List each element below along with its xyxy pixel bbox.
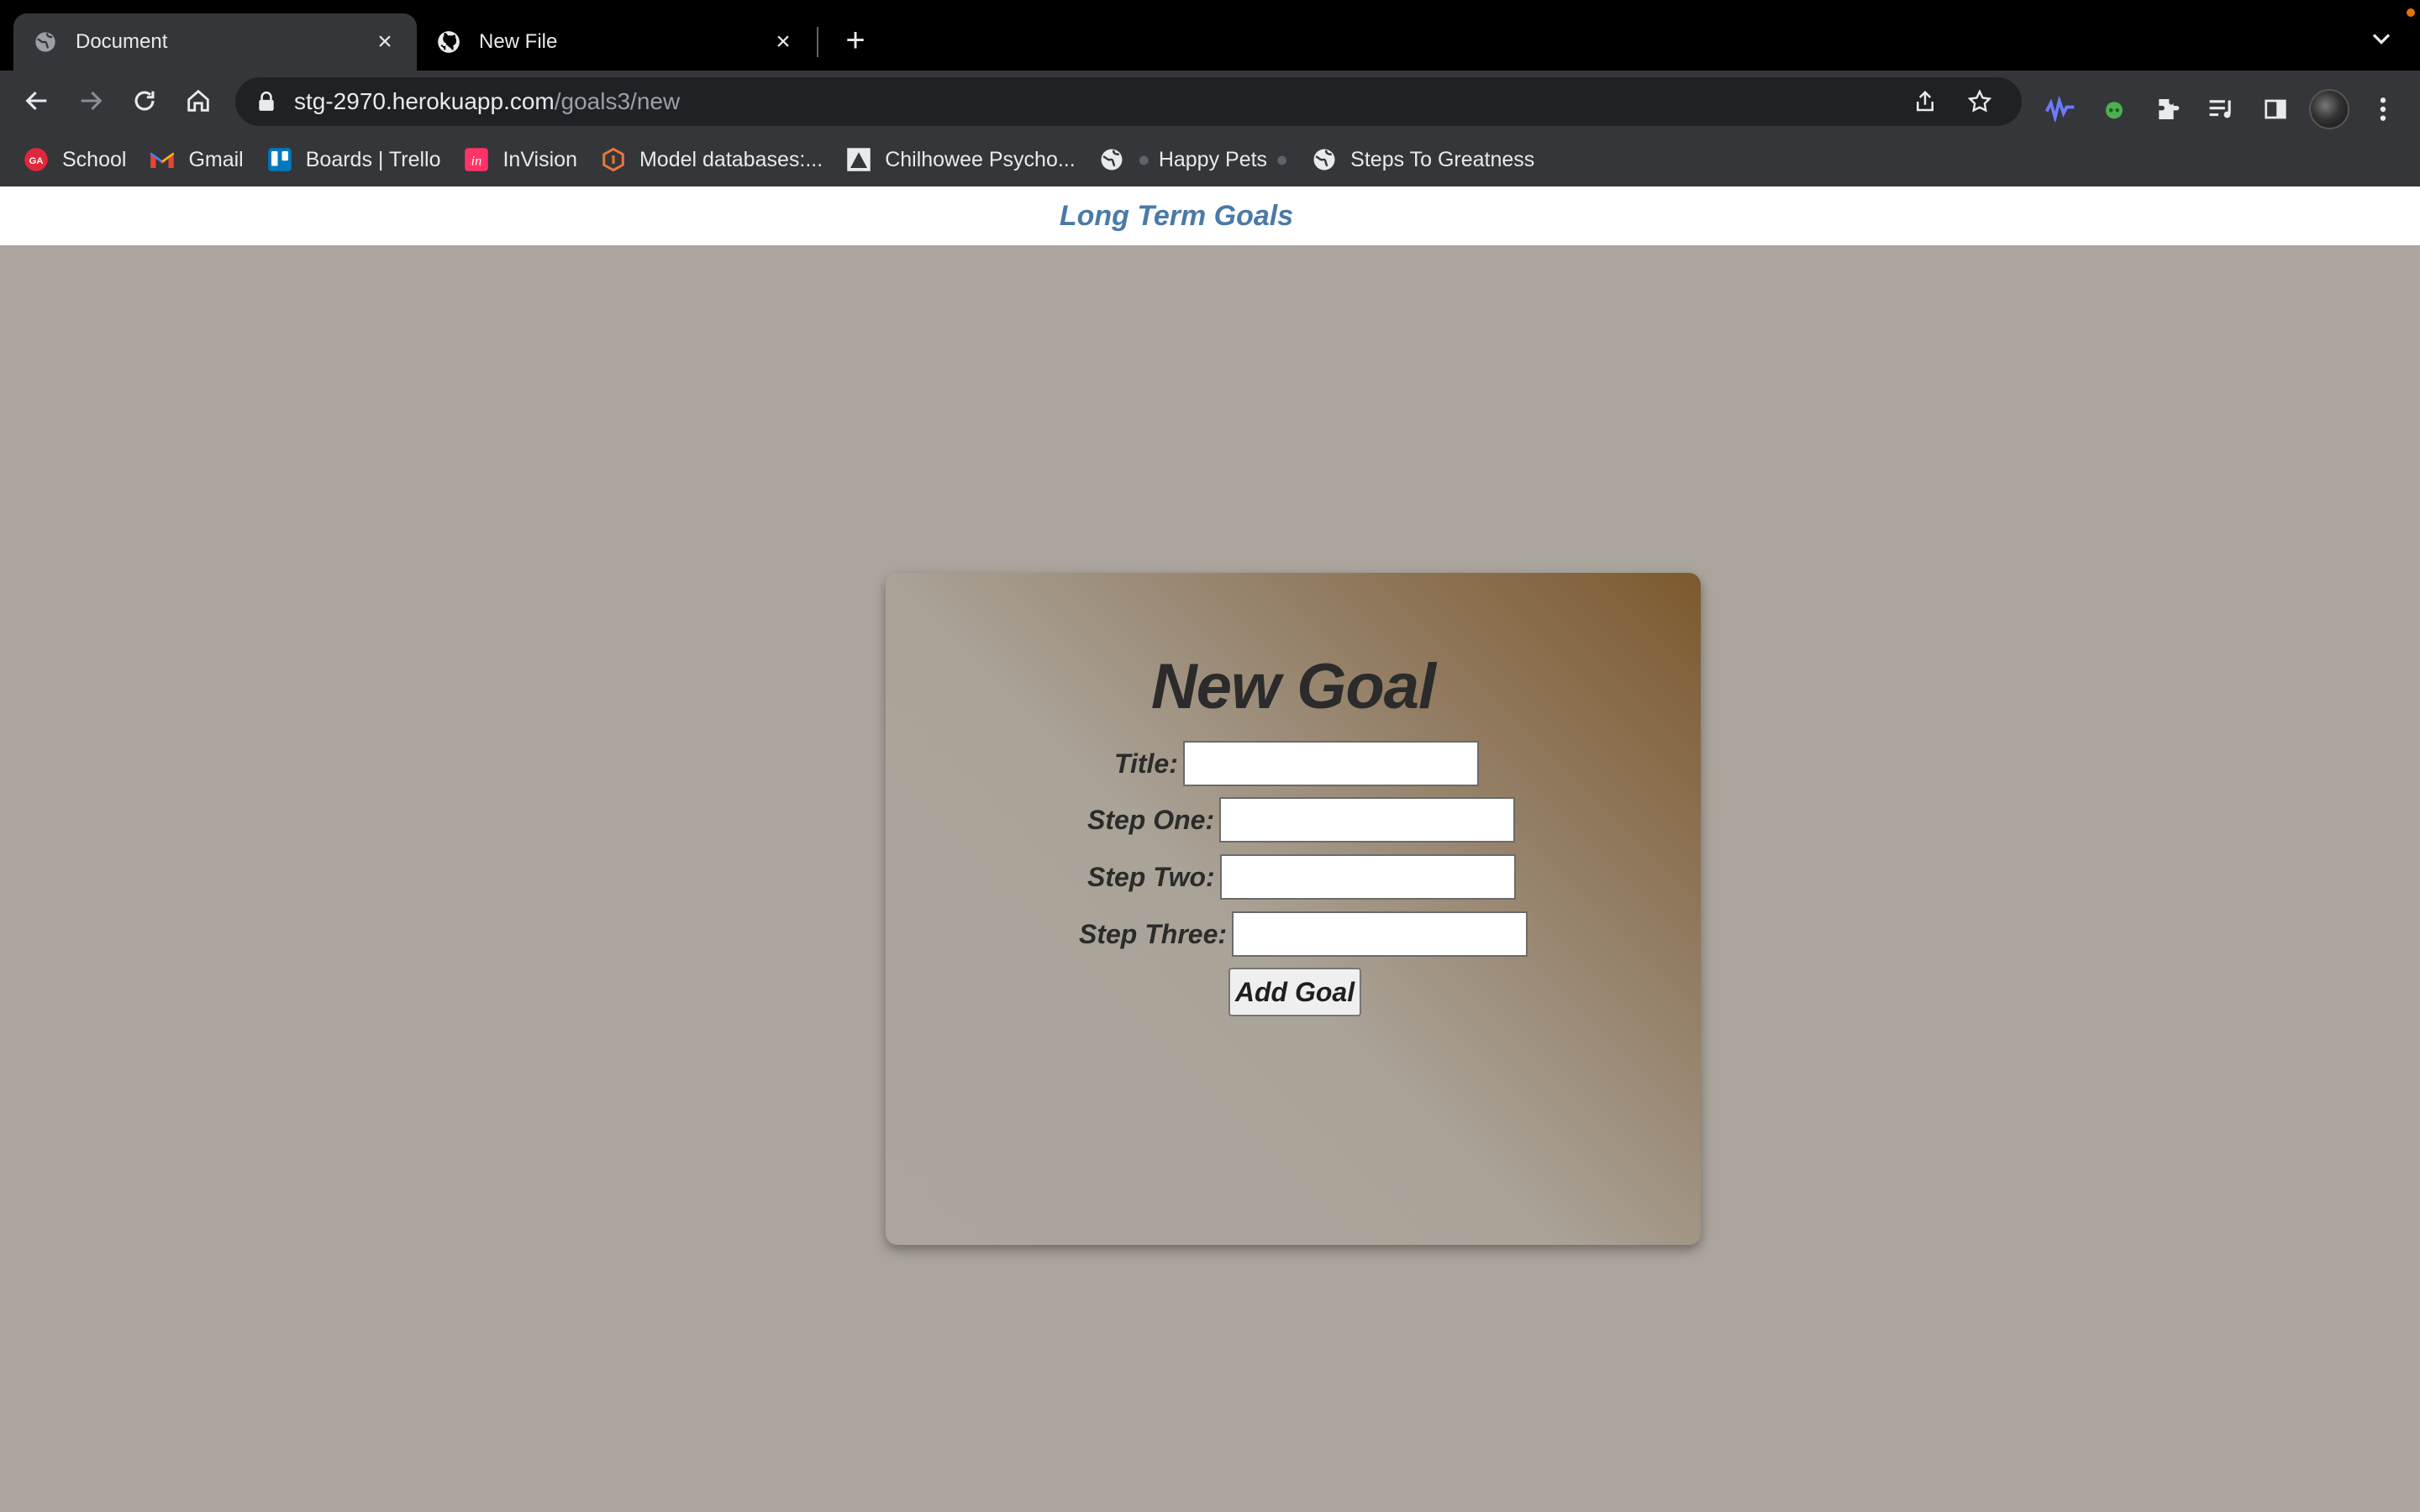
step-one-label: Step One:: [1087, 804, 1215, 835]
share-icon[interactable]: [1912, 77, 1938, 126]
bookmark-gmail[interactable]: Gmail: [150, 147, 244, 172]
step-three-input[interactable]: [1232, 911, 1528, 957]
extensions-puzzle-icon[interactable]: [2141, 82, 2195, 136]
reload-icon: [134, 91, 155, 111]
invision-icon: in: [464, 147, 489, 172]
tab-title: Document: [76, 30, 168, 53]
bookmark-chilhowee[interactable]: Chilhowee Psycho...: [846, 147, 1076, 172]
chrome-menu-icon[interactable]: [2356, 82, 2410, 136]
gmail-icon: [150, 147, 175, 172]
bookmark-label: Steps To Greatness: [1350, 147, 1535, 171]
media-control-icon[interactable]: [2195, 82, 2249, 136]
bookmark-label: Chilhowee Psycho...: [885, 147, 1076, 171]
form-heading: New Goal: [1150, 651, 1436, 722]
bookmark-trello[interactable]: Boards | Trello: [267, 147, 441, 172]
update-indicator-dot: [2407, 8, 2415, 17]
close-icon[interactable]: ×: [373, 28, 397, 55]
site-title-link[interactable]: Long Term Goals: [1060, 200, 1293, 233]
step-three-label: Step Three:: [1079, 918, 1228, 949]
url-host: stg-2970.herokuapp.com: [294, 88, 555, 114]
bookmark-happy-pets[interactable]: ● Happy Pets ●: [1099, 147, 1288, 172]
avatar-image: [2309, 89, 2349, 129]
svg-text:GA: GA: [29, 156, 44, 166]
model-db-icon: [601, 147, 626, 172]
title-label: Title:: [1114, 748, 1178, 779]
url-path: /goals3/new: [554, 88, 681, 114]
green-extension-icon[interactable]: [2087, 82, 2141, 136]
tab-search-chevron-icon[interactable]: [2366, 24, 2396, 54]
new-goal-card: New Goal Title: Step One: Step Two: Step…: [886, 573, 1701, 1245]
back-button[interactable]: [10, 74, 64, 128]
forward-arrow-icon: [81, 91, 103, 111]
bookmark-steps-to-greatness[interactable]: Steps To Greatness: [1312, 147, 1534, 172]
step-two-label: Step Two:: [1087, 861, 1215, 892]
tab-title: New File: [479, 30, 558, 53]
svg-text:in: in: [471, 153, 482, 168]
ga-icon: GA: [24, 147, 49, 172]
forward-button[interactable]: [64, 74, 118, 128]
bookmark-invision[interactable]: in InVision: [464, 147, 577, 172]
back-arrow-icon: [25, 91, 47, 111]
profile-avatar[interactable]: [2302, 82, 2356, 136]
url-text: stg-2970.herokuapp.com/goals3/new: [294, 88, 680, 115]
step-two-row: Step Two:: [1087, 854, 1516, 900]
add-goal-button[interactable]: Add Goal: [1228, 968, 1361, 1016]
bookmark-label: School: [62, 147, 127, 171]
site-header: Long Term Goals: [0, 186, 2420, 245]
bookmark-model-databases[interactable]: Model databases:...: [601, 147, 823, 172]
paw-icon: ●: [1137, 147, 1150, 171]
bookmark-label: Gmail: [188, 147, 244, 171]
step-one-input[interactable]: [1219, 797, 1516, 843]
bookmark-label: Happy Pets: [1158, 147, 1268, 171]
reload-button[interactable]: [118, 74, 171, 128]
close-icon[interactable]: ×: [771, 28, 795, 55]
step-two-input[interactable]: [1219, 854, 1516, 900]
trello-icon: [267, 147, 292, 172]
home-icon: [187, 89, 209, 112]
bookmark-school[interactable]: GA School: [24, 147, 126, 172]
globe-icon: [1312, 147, 1337, 172]
title-input[interactable]: [1182, 741, 1479, 786]
browser-toolbar: stg-2970.herokuapp.com/goals3/new GA Sch…: [0, 71, 2420, 202]
chilhowee-icon: [846, 147, 871, 172]
bookmark-label: Boards | Trello: [305, 147, 441, 171]
tab-separator: [817, 27, 818, 57]
tab-strip: Document × New File × +: [0, 0, 2420, 71]
wave-extension-icon[interactable]: [2033, 82, 2087, 136]
github-icon: [437, 30, 460, 54]
paw-icon: ●: [1276, 147, 1289, 171]
globe-icon: [1099, 147, 1124, 172]
bookmarks-bar: GA School Gmail Boards | Trello in InVis…: [0, 136, 1534, 183]
new-tab-button[interactable]: +: [837, 24, 874, 60]
globe-icon: [34, 30, 57, 54]
title-row: Title:: [1114, 741, 1479, 786]
bookmark-star-icon[interactable]: [1966, 77, 1993, 126]
step-one-row: Step One:: [1087, 797, 1516, 843]
tab-document[interactable]: Document ×: [13, 13, 417, 71]
lock-icon[interactable]: [257, 91, 282, 113]
tab-new-file[interactable]: New File ×: [417, 13, 815, 71]
bookmark-label: InVision: [502, 147, 577, 171]
side-panel-icon[interactable]: [2249, 82, 2302, 136]
home-button[interactable]: [171, 74, 225, 128]
step-three-row: Step Three:: [1079, 911, 1528, 957]
address-bar[interactable]: stg-2970.herokuapp.com/goals3/new: [235, 77, 2022, 126]
bookmark-label: Model databases:...: [639, 147, 823, 171]
